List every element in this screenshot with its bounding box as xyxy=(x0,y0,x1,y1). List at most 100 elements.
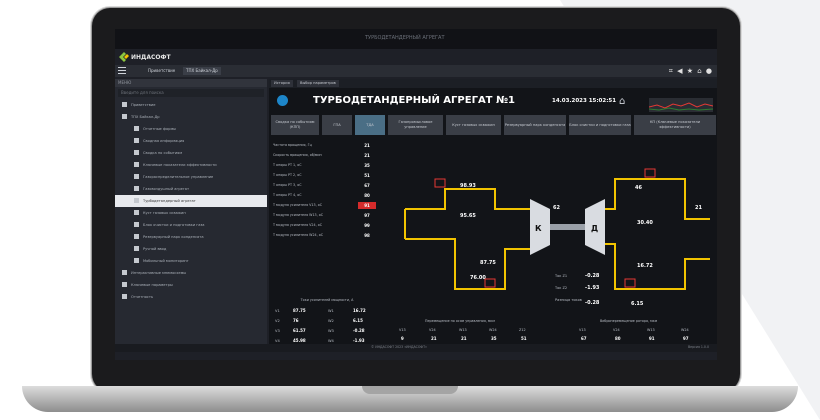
current-label: V2 xyxy=(275,319,280,323)
col-value: 21 xyxy=(461,336,467,341)
process-diagram: К Д 98.93 95.65 62 87.75 76.00 46 30.40 … xyxy=(404,168,710,307)
diagram-annotation: Ток Z1 xyxy=(554,274,567,278)
button-tda[interactable]: ТДА xyxy=(355,115,385,135)
tab-baikal[interactable]: ТПХ Байкал-Др xyxy=(183,67,221,75)
header: ТУРБОДЕТАНДЕРНЫЙ АГРЕГАТ №1 14.03.2023 1… xyxy=(269,90,717,112)
document-icon xyxy=(134,234,139,239)
param-row: Скорость вращения, об/мин 21 xyxy=(273,153,370,158)
sidebar-item[interactable]: Интерактивные мнемосхемы xyxy=(115,267,267,279)
currents-label: Токи усилителей мощности, А xyxy=(300,298,354,302)
valve-icon[interactable] xyxy=(644,168,656,178)
sidebar-item-selected[interactable]: Турбодетандерный агрегат xyxy=(115,195,267,207)
folder-icon xyxy=(122,102,127,107)
vibration-label: Виброперемещение ротора, мкм xyxy=(600,319,658,323)
col-value: 21 xyxy=(431,336,437,341)
tab-select-params[interactable]: Выбор параметров xyxy=(297,80,339,87)
button-gas-management[interactable]: Газопромысловое управление xyxy=(388,115,443,135)
page-title: ТУРБОДЕТАНДЕРНЫЙ АГРЕГАТ №1 xyxy=(313,95,515,106)
button-gas-wells[interactable]: Куст газовых скважин xyxy=(446,115,501,135)
sidebar-item[interactable]: Приветствие xyxy=(115,99,267,111)
star-icon[interactable]: ★ xyxy=(687,67,694,75)
tab-welcome[interactable]: Приветствие xyxy=(145,67,178,75)
detander-label: Д xyxy=(591,224,598,233)
current-value: 76 xyxy=(293,318,299,323)
sidebar-item[interactable]: Сводная информация xyxy=(115,135,267,147)
diagram-value: -1.93 xyxy=(585,285,600,291)
subtab-bar: История Выбор параметров xyxy=(269,79,717,88)
toolbar-icons: ⌗ ◀ ★ ⌂ ● xyxy=(669,67,713,76)
document-icon xyxy=(122,282,127,287)
diagram-value: 76.00 xyxy=(470,275,486,281)
button-kpi[interactable]: КП (Ключевые показатели эффективности) xyxy=(634,115,716,135)
window-title: ТУРБОДЕТАНДЕРНЫЙ АГРЕГАТ xyxy=(365,35,445,41)
sidebar-item[interactable]: Газораспределительное управление xyxy=(115,171,267,183)
tab-history[interactable]: История xyxy=(271,80,293,87)
alarm-value: 91 xyxy=(358,202,376,209)
navigation-buttons: Сводка по событиям (КПП) ГПА ТДА Газопро… xyxy=(271,115,717,137)
document-icon xyxy=(122,270,127,275)
current-label: W3 xyxy=(328,329,334,333)
param-row: Т модуля усилителя V24, оС 99 xyxy=(273,223,370,228)
sidebar-item[interactable]: Отчетность xyxy=(115,291,267,303)
sidebar-item[interactable]: Ключевые параметры xyxy=(115,279,267,291)
col-head: V13 xyxy=(579,328,586,332)
sidebar-item[interactable]: Блок очистки и подготовки газа xyxy=(115,219,267,231)
valve-icon[interactable] xyxy=(434,178,446,188)
col-head: V24 xyxy=(613,328,620,332)
valve-icon[interactable] xyxy=(484,278,496,288)
button-events[interactable]: Сводка по событиям (КПП) xyxy=(271,115,319,135)
diagram-value: 21 xyxy=(695,205,702,211)
document-icon xyxy=(134,186,139,191)
button-gpa[interactable]: ГПА xyxy=(322,115,352,135)
param-row: Т модуля усилителя V13, оС 91 xyxy=(273,201,381,210)
button-gas-treatment[interactable]: Блок очистки и подготовки газа xyxy=(569,115,631,135)
compressor-label: К xyxy=(535,224,542,233)
version: Версия 1.0.0 xyxy=(687,345,709,349)
sidebar-item[interactable]: Ручной ввод xyxy=(115,243,267,255)
sidebar-item[interactable]: Куст газовых скважин xyxy=(115,207,267,219)
user-icon[interactable]: ● xyxy=(706,67,713,75)
param-row: Т модуля усилителя W24, оС 98 xyxy=(273,233,370,238)
copyright: © ИНДАСОФТ 2023 «ИНДАСОФТ» xyxy=(371,345,427,349)
diagram-value: 16.72 xyxy=(637,263,653,269)
param-row: Т опоры РТ 4, оС 80 xyxy=(273,193,370,198)
col-head: W13 xyxy=(459,328,467,332)
sidebar-item[interactable]: Сводка по событиям xyxy=(115,147,267,159)
current-value: 16.72 xyxy=(353,308,366,313)
fullscreen-icon[interactable]: ⌗ xyxy=(669,67,674,75)
sidebar-item[interactable]: Резервуарный парк конденсата xyxy=(115,231,267,243)
button-condensate-park[interactable]: Резервуарный парк конденсата xyxy=(504,115,566,135)
sidebar-item[interactable]: Отчетные формы xyxy=(115,123,267,135)
sidebar-item[interactable]: Мобильный мониторинг xyxy=(115,255,267,267)
document-icon xyxy=(134,246,139,251)
valve-icon[interactable] xyxy=(624,278,636,288)
col-head: W13 xyxy=(647,328,655,332)
datetime: 14.03.2023 15:02:51 xyxy=(552,98,617,104)
document-icon xyxy=(134,198,139,203)
document-icon xyxy=(134,210,139,215)
param-row: Т модуля усилителя W13, оС 97 xyxy=(273,213,370,218)
sound-icon[interactable]: ◀ xyxy=(677,67,683,75)
col-value: 35 xyxy=(491,336,497,341)
col-value: 91 xyxy=(649,336,655,341)
sidebar-item[interactable]: ТПХ Байкал-Др xyxy=(115,111,267,123)
menu-icon[interactable] xyxy=(118,67,126,74)
current-label: V1 xyxy=(275,309,280,313)
sidebar-header: МЕНЮ xyxy=(115,79,267,87)
document-icon xyxy=(134,138,139,143)
col-value: 9 xyxy=(401,336,404,341)
diagram-value: 46 xyxy=(635,185,642,191)
current-value: 87.75 xyxy=(293,308,306,313)
diagram-value: 6.15 xyxy=(631,301,644,307)
sidebar: МЕНЮ Введите для поиска Приветствие ТПХ … xyxy=(115,79,267,344)
window-titlebar: ТУРБОДЕТАНДЕРНЫЙ АГРЕГАТ xyxy=(115,29,717,49)
sidebar-search-input[interactable]: Введите для поиска xyxy=(118,89,264,97)
sidebar-item[interactable]: Ключевые показатели эффективности xyxy=(115,159,267,171)
home-icon[interactable]: ⌂ xyxy=(697,67,702,75)
col-value: 97 xyxy=(683,336,689,341)
diagram-annotation: Ток Z2 xyxy=(554,286,567,290)
sidebar-item[interactable]: Газовоздушный агрегат xyxy=(115,183,267,195)
diagram-annotation: Разница токов xyxy=(555,298,582,302)
house-icon[interactable]: ⌂ xyxy=(619,96,625,107)
folder-icon xyxy=(134,126,139,131)
